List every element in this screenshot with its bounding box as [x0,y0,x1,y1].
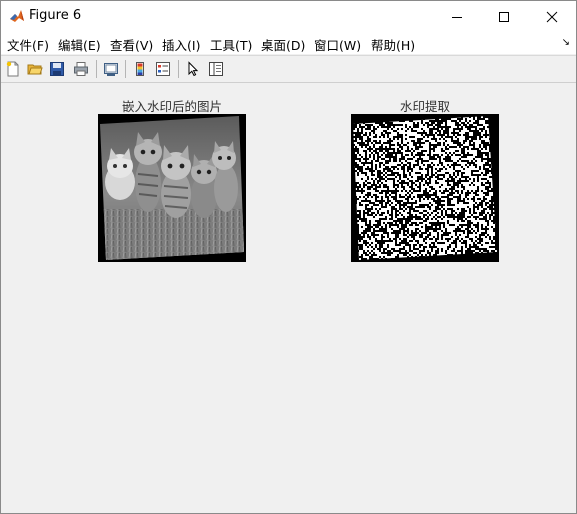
legend-icon [156,62,170,76]
edit-plot-pointer-button[interactable] [183,59,203,79]
toolbar-separator [125,60,126,78]
printer-icon [74,62,88,76]
figure-window: Figure 6 文件(F) 编辑(E) 查看(V) 插入(I) 工具(T) 桌… [0,0,577,514]
insert-legend-button[interactable] [153,59,173,79]
open-file-button[interactable] [25,59,45,79]
extracted-watermark-noise-image [351,114,499,262]
axes-1-title: 嵌入水印后的图片 [121,99,222,114]
menu-tools[interactable]: 工具(T) [210,35,252,54]
property-inspector-button[interactable] [206,59,226,79]
menu-help[interactable]: 帮助(H) [371,35,415,54]
toolbar-separator [96,60,97,78]
menu-desktop[interactable]: 桌面(D) [261,35,305,54]
save-button[interactable] [47,59,67,79]
maximize-icon [499,11,509,22]
menu-bar: 文件(F) 编辑(E) 查看(V) 插入(I) 工具(T) 桌面(D) 窗口(W… [1,32,576,54]
maximize-button[interactable] [481,1,527,32]
folder-open-icon [27,64,43,75]
axes-2-title: 水印提取 [399,99,450,114]
menu-insert[interactable]: 插入(I) [162,35,200,54]
close-icon [546,11,558,22]
extracted-watermark-axes[interactable] [351,114,499,262]
new-document-icon [6,61,19,77]
window-title: Figure 6 [29,8,82,23]
watermarked-cats-image [98,114,246,262]
menu-edit[interactable]: 编辑(E) [58,35,101,54]
close-button[interactable] [529,1,575,32]
menu-file[interactable]: 文件(F) [7,35,49,54]
watermarked-image-axes[interactable] [98,114,246,262]
minimize-button[interactable] [434,1,480,32]
property-inspector-icon [209,62,223,76]
link-plot-button[interactable] [101,59,121,79]
link-plot-icon [104,63,118,76]
arrow-pointer-icon [188,61,199,77]
insert-colorbar-button[interactable] [130,59,150,79]
figure-toolbar [1,55,576,83]
print-button[interactable] [71,59,91,79]
menu-view[interactable]: 查看(V) [110,35,153,54]
title-bar: Figure 6 [1,1,576,32]
minimize-icon [452,16,462,18]
new-figure-button[interactable] [3,59,23,79]
toolbar-separator [178,60,179,78]
colorbar-icon [136,62,144,76]
matlab-logo-icon [9,8,25,24]
save-disk-icon [50,62,64,76]
menu-window[interactable]: 窗口(W) [314,35,361,54]
dock-figure-arrow-icon[interactable]: ↘ [562,37,570,48]
